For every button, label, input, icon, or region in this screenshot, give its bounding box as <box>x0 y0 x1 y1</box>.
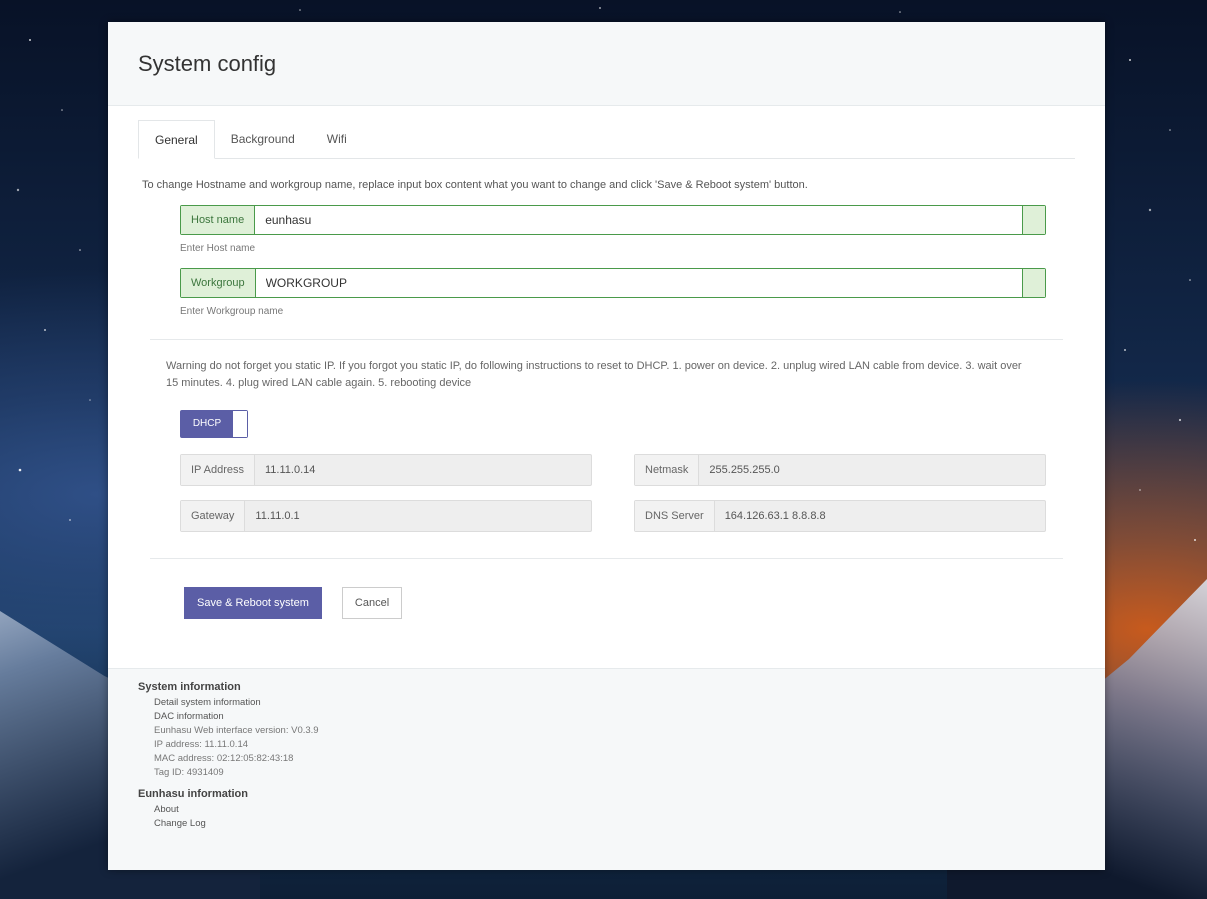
cancel-button[interactable]: Cancel <box>341 587 403 619</box>
hostname-label: Host name <box>181 206 256 234</box>
dhcp-toggle-handle <box>233 411 247 437</box>
ip-address-info: IP address: 11.11.0.14 <box>154 739 249 750</box>
eunhasu-information-title: Eunhasu information <box>138 788 248 800</box>
section-divider <box>150 339 1063 340</box>
mac-address-info: MAC address: 02:12:05:82:43:18 <box>154 753 294 764</box>
tag-id-info: Tag ID: 4931409 <box>154 767 224 778</box>
ip-address-field: IP Address 11.11.0.14 <box>180 454 592 486</box>
dns-server-field: DNS Server 164.126.63.1 8.8.8.8 <box>634 500 1046 532</box>
action-buttons: Save & Reboot system Cancel <box>184 587 1075 619</box>
netmask-field: Netmask 255.255.255.0 <box>634 454 1046 486</box>
hostname-input[interactable] <box>255 206 1022 234</box>
footer: System information Detail system informa… <box>108 668 1105 870</box>
system-config-window: System config General Background Wifi To… <box>108 22 1105 870</box>
main-content: General Background Wifi To change Hostna… <box>108 106 1105 667</box>
dns-server-label: DNS Server <box>635 501 715 531</box>
netmask-value: 255.255.255.0 <box>709 464 780 476</box>
info-text: To change Hostname and workgroup name, r… <box>142 179 808 191</box>
hostname-input-group: Host name <box>180 205 1046 235</box>
workgroup-valid-indicator <box>1022 269 1045 297</box>
tab-bar: General Background Wifi <box>138 120 1075 159</box>
page-title: System config <box>138 50 277 76</box>
workgroup-help: Enter Workgroup name <box>180 306 284 317</box>
gateway-value: 11.11.0.1 <box>255 510 300 522</box>
dhcp-toggle[interactable]: DHCP <box>180 410 248 438</box>
tab-wifi[interactable]: Wifi <box>311 120 363 158</box>
section-divider-2 <box>150 558 1063 559</box>
netmask-label: Netmask <box>635 455 700 485</box>
ip-address-label: IP Address <box>181 455 255 485</box>
ip-address-value: 11.11.0.14 <box>265 464 316 476</box>
tab-background[interactable]: Background <box>215 120 311 158</box>
network-settings-grid: IP Address 11.11.0.14 Netmask 255.255.25… <box>180 454 1075 532</box>
web-interface-version: Eunhasu Web interface version: V0.3.9 <box>154 725 319 736</box>
static-ip-warning: Warning do not forget you static IP. If … <box>166 360 1022 389</box>
about-link[interactable]: About <box>154 804 1105 815</box>
page-header: System config <box>108 22 1105 106</box>
workgroup-input[interactable] <box>255 269 1022 297</box>
change-log-link[interactable]: Change Log <box>154 818 1105 829</box>
workgroup-label: Workgroup <box>181 269 256 297</box>
hostname-help: Enter Host name <box>180 243 256 254</box>
detail-system-information-link[interactable]: Detail system information <box>154 697 1105 708</box>
gateway-label: Gateway <box>181 501 246 531</box>
dhcp-toggle-label: DHCP <box>181 411 233 437</box>
hostname-valid-indicator <box>1022 206 1045 234</box>
dac-information-link[interactable]: DAC information <box>154 711 1105 722</box>
save-reboot-button[interactable]: Save & Reboot system <box>184 587 322 619</box>
tab-general[interactable]: General <box>138 120 215 159</box>
workgroup-input-group: Workgroup <box>180 268 1046 298</box>
system-information-title: System information <box>138 681 241 693</box>
dns-server-value: 164.126.63.1 8.8.8.8 <box>724 510 826 522</box>
gateway-field: Gateway 11.11.0.1 <box>180 500 592 532</box>
